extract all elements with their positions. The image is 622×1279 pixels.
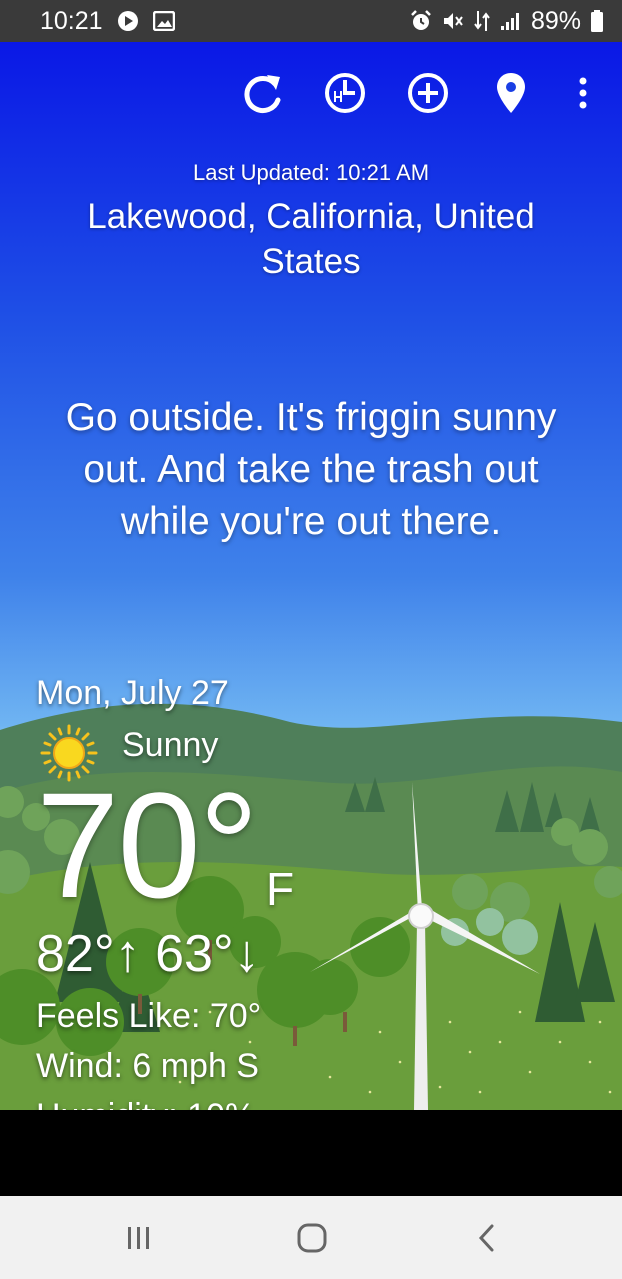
battery-icon — [590, 9, 604, 33]
low-temp: 63° — [155, 925, 234, 983]
last-updated: Last Updated: 10:21 AM — [192, 160, 430, 185]
data-icon — [473, 9, 491, 33]
mute-icon — [442, 10, 464, 32]
condition-label: Sunny — [122, 726, 219, 764]
weather-screen: Last Updated: 10:21 AM Lakewood, Califor… — [0, 42, 622, 1110]
alarm-icon — [409, 9, 433, 33]
feels-like: Feels Like: 70° — [36, 997, 262, 1035]
history-icon[interactable] — [322, 68, 368, 118]
home-icon[interactable] — [287, 1216, 337, 1260]
arrow-down-icon: ↓ — [233, 925, 260, 983]
high-low: 82°↑ 63°↓ — [36, 924, 260, 984]
wind: Wind: 6 mph S — [36, 1047, 259, 1085]
current-temperature: 70° — [36, 761, 259, 929]
recent-apps-icon[interactable] — [114, 1216, 164, 1260]
blank-area — [0, 1110, 622, 1196]
toolbar — [0, 68, 622, 118]
play-icon — [117, 10, 139, 32]
back-icon[interactable] — [462, 1216, 512, 1260]
location-pin-icon[interactable] — [488, 68, 534, 118]
image-icon — [152, 11, 175, 31]
arrow-up-icon: ↑ — [114, 925, 141, 983]
location-title: Lakewood, California, United States — [87, 197, 535, 281]
battery-percent: 89% — [530, 6, 581, 35]
more-vert-icon[interactable] — [560, 68, 606, 118]
refresh-icon[interactable] — [240, 68, 286, 118]
weather-message: Go outside. It's friggin sunny out. And … — [65, 396, 557, 543]
status-time: 10:21 — [40, 6, 103, 35]
status-bar: 10:21 89% — [0, 0, 622, 42]
navigation-bar — [0, 1196, 622, 1279]
humidity: Humidity: 10% — [36, 1097, 255, 1110]
temperature-unit: F — [266, 863, 295, 915]
high-temp: 82° — [36, 925, 115, 983]
forecast-date: Mon, July 27 — [36, 674, 229, 712]
add-location-icon[interactable] — [405, 68, 451, 118]
signal-icon — [500, 11, 522, 31]
